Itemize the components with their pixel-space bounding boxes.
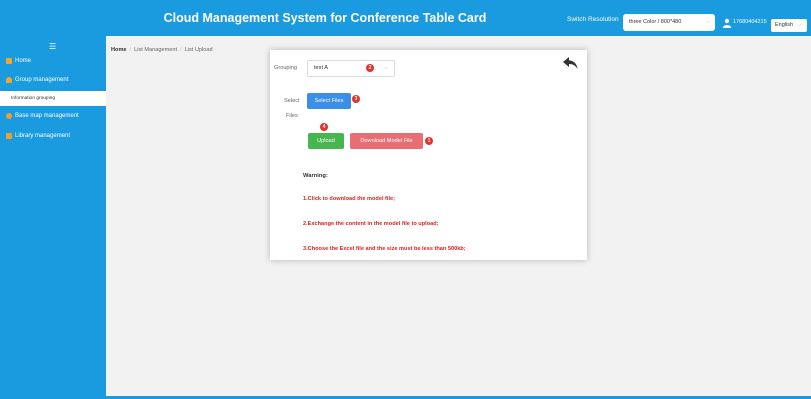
resolution-select[interactable]: three Color / 800*480 ⌵ <box>623 14 715 31</box>
upload-card: Grouping test A ⌵ 2 Select Files Select … <box>270 50 587 260</box>
select-label: Select <box>284 98 300 104</box>
user-icon <box>722 18 732 28</box>
resolution-value: three Color / 800*480 <box>629 19 682 25</box>
step-badge-2: 2 <box>366 64 374 72</box>
sidebar: ☰ Home Group management Information grou… <box>0 36 106 399</box>
warning-line-1: 1.Click to download the model file; <box>303 196 395 202</box>
home-icon <box>6 58 12 64</box>
warning-line-2: 2.Exchange the content in the model file… <box>303 221 439 227</box>
chevron-down-icon: ⌵ <box>383 65 388 71</box>
user-phone[interactable]: 17680404215 <box>733 19 767 25</box>
grouping-value: test A <box>314 65 328 71</box>
chevron-down-icon: ⌵ <box>705 19 710 25</box>
sidebar-item-home[interactable]: Home <box>0 55 106 67</box>
breadcrumb-current: List Upload <box>184 47 213 53</box>
warning-line-3: 3.Choose the Excel file and the size mus… <box>303 246 466 252</box>
header-bar: Cloud Management System for Conference T… <box>0 0 811 36</box>
step-badge-3: 3 <box>352 95 360 103</box>
files-label: Files <box>286 113 298 119</box>
grouping-select[interactable]: test A ⌵ <box>307 60 395 77</box>
switch-resolution-label: Switch Resolution <box>567 16 619 23</box>
sidebar-item-group-management[interactable]: Group management <box>0 74 106 86</box>
upload-button[interactable]: Upload <box>308 133 344 149</box>
select-files-button[interactable]: Select Files <box>307 93 351 109</box>
breadcrumb: Home / List Management / List Upload <box>111 47 213 53</box>
download-model-file-button[interactable]: Download Model File <box>350 133 423 149</box>
book-icon <box>6 133 12 139</box>
sidebar-item-library-management[interactable]: Library management <box>0 130 106 142</box>
breadcrumb-list-management[interactable]: List Management <box>134 47 177 53</box>
step-badge-1: 1 <box>425 137 433 145</box>
app-title: Cloud Management System for Conference T… <box>163 11 487 25</box>
breadcrumb-separator: / <box>180 47 182 53</box>
breadcrumb-separator: / <box>129 47 132 53</box>
chevron-down-icon: ⌵ <box>797 22 802 28</box>
warning-title: Warning: <box>303 173 328 179</box>
language-select[interactable]: English ⌵ <box>771 19 807 32</box>
sidebar-item-information-grouping[interactable]: Information grouping <box>0 91 106 106</box>
menu-toggle-icon[interactable]: ☰ <box>49 42 56 51</box>
back-arrow-icon[interactable] <box>562 56 578 70</box>
breadcrumb-home[interactable]: Home <box>111 47 127 53</box>
language-value: English <box>775 22 794 28</box>
sidebar-item-base-map-management[interactable]: Base map management <box>0 110 106 122</box>
grouping-label: Grouping <box>274 65 298 71</box>
step-badge-4: 4 <box>320 123 328 131</box>
user-icon <box>6 77 12 83</box>
sun-icon <box>6 113 12 119</box>
